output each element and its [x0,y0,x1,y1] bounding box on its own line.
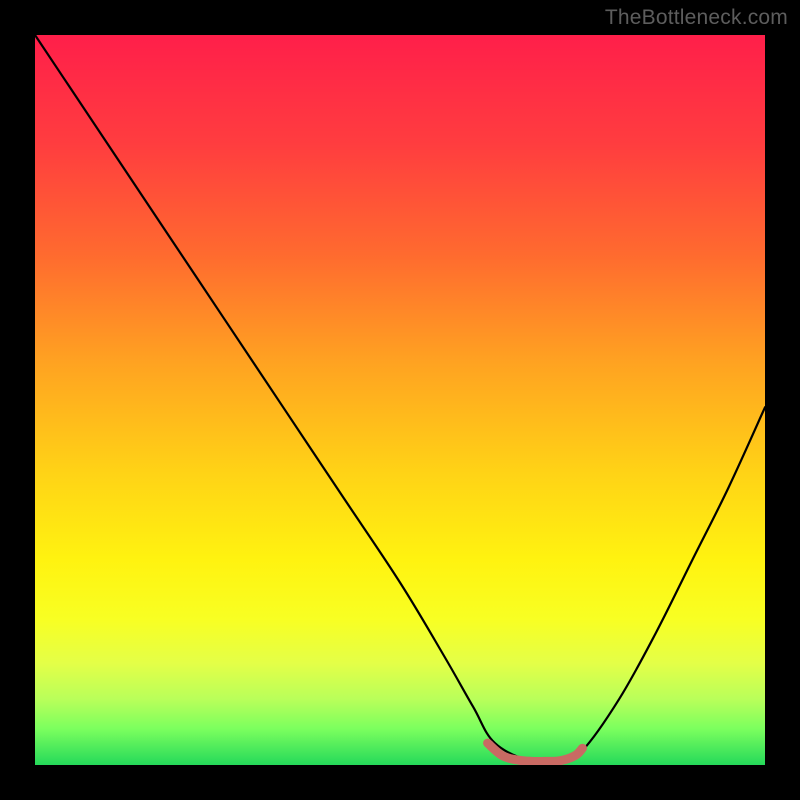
plot-area [35,35,765,765]
background-gradient [35,35,765,765]
watermark-text: TheBottleneck.com [605,6,788,30]
chart-frame: TheBottleneck.com [0,0,800,800]
